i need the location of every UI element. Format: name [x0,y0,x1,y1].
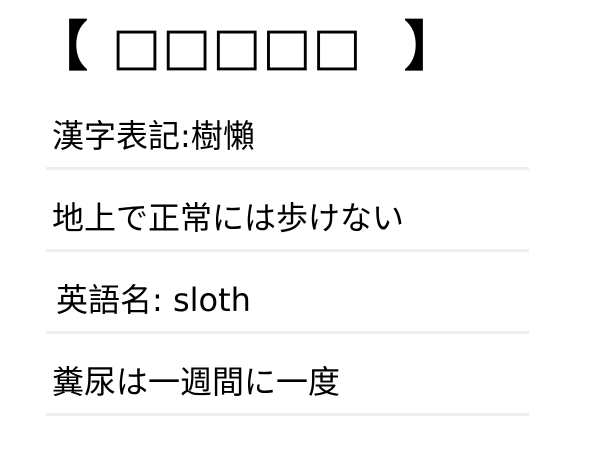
fact-text: 糞尿は一週間に一度 [52,363,341,401]
page-title: 【 □□□□□ 】 [34,14,458,80]
fact-text: 漢字表記:樹懶 [52,117,255,155]
fact-row-english-name: 英語名: sloth [46,270,529,334]
fact-text: 地上で正常には歩けない [52,199,405,237]
fact-text: 英語名: sloth [56,281,251,319]
open-bracket: 【 [34,15,88,78]
fact-list: 漢字表記:樹懶 地上で正常には歩けない 英語名: sloth 糞尿は一週間に一度 [46,106,529,434]
close-bracket: 】 [404,15,458,78]
title-placeholder-boxes: □□□□□ [112,17,363,77]
fact-row-kanji: 漢字表記:樹懶 [46,106,529,170]
fact-row-excretion: 糞尿は一週間に一度 [46,352,529,416]
fact-row-walking: 地上で正常には歩けない [46,188,529,252]
